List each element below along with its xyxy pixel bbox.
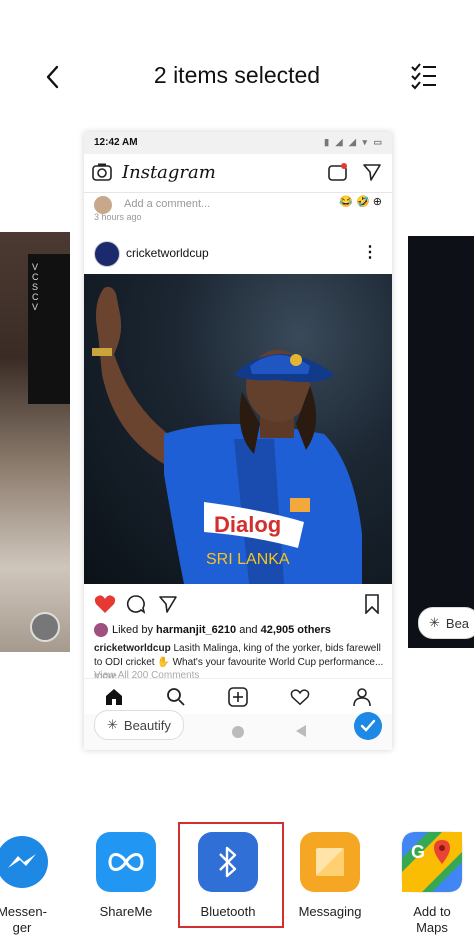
share-app-maps[interactable]: G Add to Maps [392, 832, 472, 936]
svg-text:G: G [411, 842, 425, 862]
status-icons: ▮ ◢ ◢ ▾ ▭ [324, 137, 384, 147]
beautify-label: Bea [445, 615, 470, 631]
direct-message-icon [363, 164, 381, 181]
more-options-icon: ⋮ [362, 244, 378, 261]
post-header: cricketworldcup ⋮ [84, 232, 392, 274]
post-avatar [94, 241, 120, 267]
share-app-messaging[interactable]: Messaging [290, 832, 370, 920]
selected-check-badge[interactable] [354, 712, 382, 740]
post-time: 3 hours ago [94, 212, 142, 222]
liked-middle: and [236, 623, 261, 636]
card-footer: ✳ Beautify [84, 710, 392, 750]
igtv-icon [328, 163, 347, 181]
shelf-image: V C S C V [28, 254, 70, 404]
likes-summary: Liked by harmanjit_6210 and 42,905 other… [94, 623, 331, 637]
liked-prefix: Liked by [112, 623, 157, 636]
profile-icon [353, 688, 371, 707]
cricketer-illustration: Dialog SRI LANKA [92, 286, 362, 584]
sparkle-icon: ✳ [107, 717, 118, 732]
status-bar: 12:42 AM ▮ ◢ ◢ ▾ ▭ [84, 132, 392, 154]
jersey-sponsor-text: Dialog [214, 512, 281, 537]
select-all-button[interactable] [410, 62, 440, 92]
selection-circle[interactable] [30, 612, 60, 642]
share-app-label: ShareMe [99, 904, 153, 919]
checklist-icon [411, 63, 436, 90]
messenger-icon [0, 832, 52, 892]
back-nav-triangle [296, 725, 306, 737]
sparkle-icon: ✳ [429, 615, 440, 630]
bluetooth-highlight-box [178, 822, 284, 928]
beautify-label: Beautify [123, 717, 171, 733]
liker-avatar [94, 623, 108, 637]
beautify-button[interactable]: ✳ Beautify [94, 710, 184, 740]
caption-username: cricketworldcup [94, 643, 171, 654]
camera-icon [92, 163, 112, 181]
share-app-label: Add to Maps [413, 904, 451, 935]
add-post-icon [228, 687, 248, 707]
post-photo: Dialog SRI LANKA [84, 274, 392, 584]
top-bar: 2 items selected [0, 40, 474, 110]
previous-screenshot-preview[interactable]: V C S C V [0, 232, 70, 652]
liked-user: harmanjit_6210 [156, 623, 237, 636]
share-app-label: Messen- ger [0, 904, 47, 935]
next-screenshot-preview[interactable] [408, 236, 474, 648]
jersey-country-text: SRI LANKA [206, 551, 290, 568]
share-app-shareme[interactable]: ShareMe [86, 832, 166, 920]
post-actions [84, 590, 392, 620]
heart-icon [94, 595, 116, 613]
beautify-button-next[interactable]: ✳ Bea [418, 607, 474, 639]
view-all-comments: View All 200 Comments [94, 670, 200, 678]
share-app-messenger[interactable]: Messen- ger [0, 832, 62, 936]
instagram-app-bar: Instagram [84, 154, 392, 193]
home-nav-dot [232, 726, 244, 738]
liked-count: 42,905 others [260, 623, 331, 636]
selected-screenshot-card[interactable]: 12:42 AM ▮ ◢ ◢ ▾ ▭ Instagram Add a comme… [84, 132, 392, 750]
comment-emojis: 😂 🤣 ⊕ [339, 196, 382, 208]
comment-icon [126, 595, 146, 614]
search-icon [167, 688, 185, 706]
google-maps-icon: G [402, 832, 462, 892]
checkmark-icon [360, 719, 376, 732]
bookmark-icon [365, 594, 379, 614]
instagram-logo: Instagram [122, 162, 216, 183]
shelf-text: V C S C V [32, 262, 39, 312]
shareme-infinity-icon [96, 832, 156, 892]
activity-heart-icon [290, 689, 310, 706]
status-time: 12:42 AM [94, 137, 138, 148]
share-icon [159, 596, 177, 613]
post-username: cricketworldcup [126, 246, 209, 260]
page-title: 2 items selected [153, 62, 321, 88]
add-comment-placeholder: Add a comment... [124, 198, 211, 210]
share-app-label: Messaging [298, 904, 362, 919]
home-icon [106, 689, 122, 705]
messaging-icon [300, 832, 360, 892]
